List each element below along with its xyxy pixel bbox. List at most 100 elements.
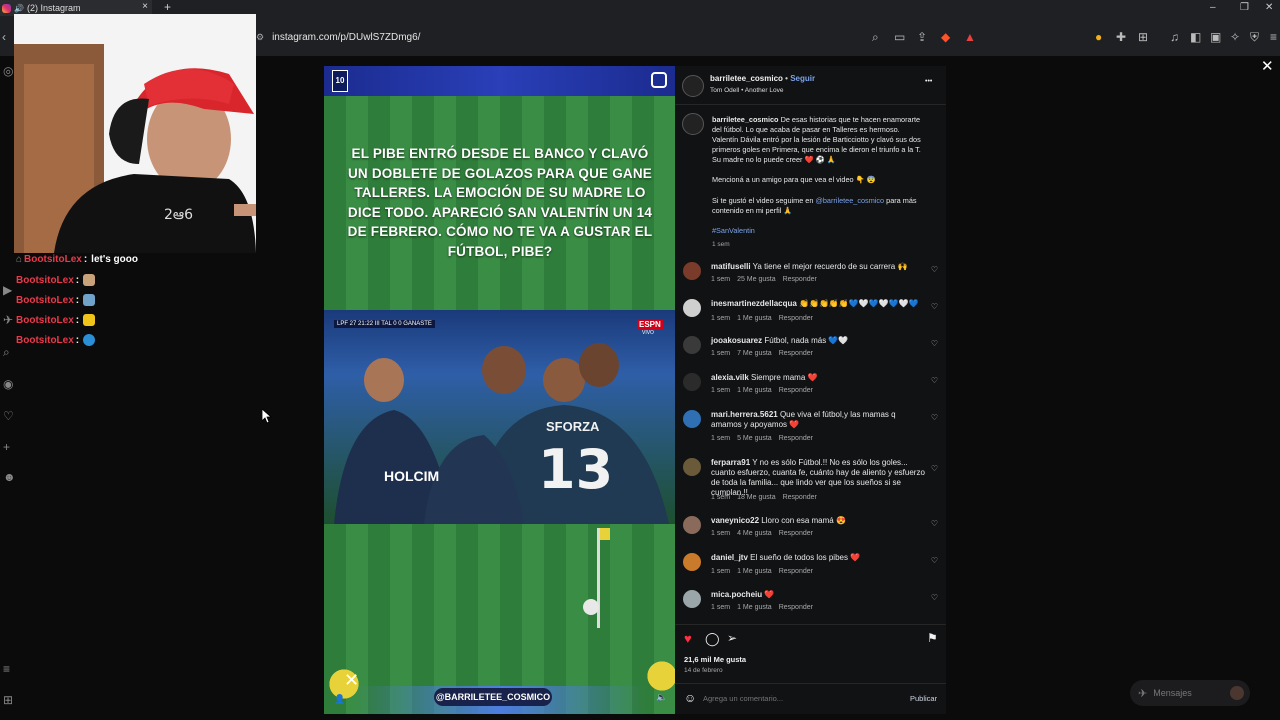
share-icon[interactable]: ⇪ [917, 30, 927, 44]
cast-icon[interactable]: ▭ [894, 30, 905, 44]
comment-avatar[interactable] [683, 410, 701, 428]
author-avatar[interactable] [682, 75, 704, 97]
save-bookmark-icon[interactable]: ⚑ [927, 631, 938, 645]
comment-avatar[interactable] [683, 262, 701, 280]
comment-avatar[interactable] [683, 373, 701, 391]
comment-username[interactable]: alexia.vilk [711, 373, 749, 382]
brave-rewards-icon[interactable]: ▲ [964, 30, 976, 44]
close-modal-button[interactable]: ✕ [1261, 57, 1274, 75]
leo-ai-icon[interactable]: ✧ [1230, 30, 1240, 44]
comment-avatar[interactable] [683, 458, 701, 476]
author-username[interactable]: barriletee_cosmico [710, 74, 783, 83]
emoji-icon[interactable]: ☺ [684, 691, 696, 705]
vpn-icon[interactable]: ⛨ [1250, 30, 1259, 45]
audio-track[interactable]: Tom Odell • Another Love [710, 87, 783, 94]
comment-avatar[interactable] [683, 553, 701, 571]
comment-likes[interactable]: 1 Me gusta [737, 604, 772, 611]
publish-button[interactable]: Publicar [910, 694, 937, 703]
post-video[interactable]: 10 EL PIBE ENTRÓ DESDE EL BANCO Y CLAVÓ … [324, 66, 675, 714]
maximize-button[interactable]: ❐ [1240, 2, 1249, 13]
more-options-icon[interactable]: ••• [925, 78, 932, 85]
create-icon[interactable]: + [3, 440, 10, 454]
tagged-user-icon[interactable]: 👤 [334, 694, 345, 705]
comment-like-icon[interactable]: ♡ [931, 265, 938, 274]
comment-username[interactable]: mari.herrera.5621 [711, 410, 778, 419]
comment-username[interactable]: jooakosuarez [711, 336, 762, 345]
comment-like-icon[interactable]: ♡ [931, 339, 938, 348]
profile-icon[interactable]: ☻ [3, 470, 16, 484]
comment-likes[interactable]: 18 Me gusta [737, 494, 776, 501]
menu-icon[interactable]: ≡ [1270, 30, 1277, 44]
instagram-logo-icon[interactable]: ◎ [3, 64, 13, 78]
reels-icon[interactable]: ▶ [3, 283, 12, 297]
comment-avatar[interactable] [683, 336, 701, 354]
site-info-icon[interactable]: ⚙ [256, 32, 264, 43]
translate-icon[interactable]: ⊞ [1138, 30, 1148, 44]
comment-reply[interactable]: Responder [779, 350, 813, 357]
comment-reply[interactable]: Responder [783, 494, 817, 501]
comment-username[interactable]: mica.pocheiu [711, 590, 762, 599]
comment-reply[interactable]: Responder [779, 315, 813, 322]
minimize-button[interactable]: – [1210, 2, 1216, 13]
new-tab-button[interactable]: + [164, 0, 171, 14]
like-heart-icon[interactable]: ♥ [684, 631, 692, 646]
messages-pill[interactable]: ✈ Mensajes [1130, 680, 1250, 706]
comment-likes[interactable]: 25 Me gusta [737, 276, 776, 283]
caption-avatar[interactable] [682, 113, 704, 135]
follow-button[interactable]: Seguir [790, 74, 815, 83]
window-close-button[interactable]: ✕ [1265, 2, 1273, 13]
extensions-icon[interactable]: ✚ [1116, 30, 1126, 44]
comment-reply[interactable]: Responder [779, 435, 813, 442]
comment-username[interactable]: ferparra91 [711, 458, 750, 467]
comment-like-icon[interactable]: ♡ [931, 593, 938, 602]
share-icon[interactable]: ➢ [727, 631, 737, 645]
comment-like-icon[interactable]: ♡ [931, 413, 938, 422]
apps-icon[interactable]: ⊞ [3, 693, 13, 707]
comment-like-icon[interactable]: ♡ [931, 464, 938, 473]
comment-likes[interactable]: 1 Me gusta [737, 568, 772, 575]
caption-mention-link[interactable]: @barriletee_cosmico [815, 196, 884, 205]
speaker-icon[interactable]: 🔊 [14, 4, 24, 13]
comment-likes[interactable]: 4 Me gusta [737, 530, 772, 537]
comment-username[interactable]: matifuselli [711, 262, 751, 271]
comment-likes[interactable]: 1 Me gusta [737, 387, 772, 394]
comment-avatar[interactable] [683, 590, 701, 608]
comment-avatar[interactable] [683, 516, 701, 534]
comment-item: jooakosuarez Fútbol, nada más 💙🤍 1 sem 7 … [683, 336, 938, 362]
comment-reply[interactable]: Responder [779, 568, 813, 575]
comment-bubble-icon[interactable]: ◯ [705, 631, 720, 647]
comment-like-icon[interactable]: ♡ [931, 556, 938, 565]
media-icon[interactable]: ♫ [1170, 30, 1179, 44]
zoom-icon[interactable]: ⌕ [872, 30, 879, 45]
comment-reply[interactable]: Responder [779, 604, 813, 611]
mute-icon[interactable]: 🔈 [656, 692, 667, 703]
wallet-icon[interactable]: ▣ [1210, 30, 1221, 44]
messages-icon[interactable]: ✈ [3, 313, 13, 327]
comment-reply[interactable]: Responder [783, 276, 817, 283]
comment-likes[interactable]: 7 Me gusta [737, 350, 772, 357]
comment-avatar[interactable] [683, 299, 701, 317]
comment-likes[interactable]: 1 Me gusta [737, 315, 772, 322]
comment-username[interactable]: vaneynico22 [711, 516, 759, 525]
comment-like-icon[interactable]: ♡ [931, 519, 938, 528]
likes-count[interactable]: 21,6 mil Me gusta [684, 655, 746, 664]
comment-input[interactable] [703, 692, 883, 704]
comment-like-icon[interactable]: ♡ [931, 376, 938, 385]
extension-color-icon[interactable]: ● [1095, 30, 1102, 44]
comment-like-icon[interactable]: ♡ [931, 302, 938, 311]
tab-close-button[interactable]: × [142, 1, 148, 12]
brave-shield-icon[interactable]: ◆ [941, 30, 950, 44]
back-icon[interactable]: ‹ [2, 30, 6, 44]
notifications-heart-icon[interactable]: ♡ [3, 409, 14, 423]
caption-username[interactable]: barriletee_cosmico [712, 115, 779, 124]
sidebar-icon[interactable]: ◧ [1190, 30, 1201, 44]
comment-username[interactable]: inesmartinezdellacqua [711, 299, 797, 308]
comment-likes[interactable]: 5 Me gusta [737, 435, 772, 442]
more-menu-icon[interactable]: ≡ [3, 662, 10, 676]
hashtag-link[interactable]: #SanValentin [712, 226, 755, 235]
comment-reply[interactable]: Responder [779, 530, 813, 537]
comment-reply[interactable]: Responder [779, 387, 813, 394]
comment-username[interactable]: daniel_jtv [711, 553, 748, 562]
explore-icon[interactable]: ◉ [3, 377, 13, 391]
search-icon[interactable]: ⌕ [3, 345, 10, 360]
